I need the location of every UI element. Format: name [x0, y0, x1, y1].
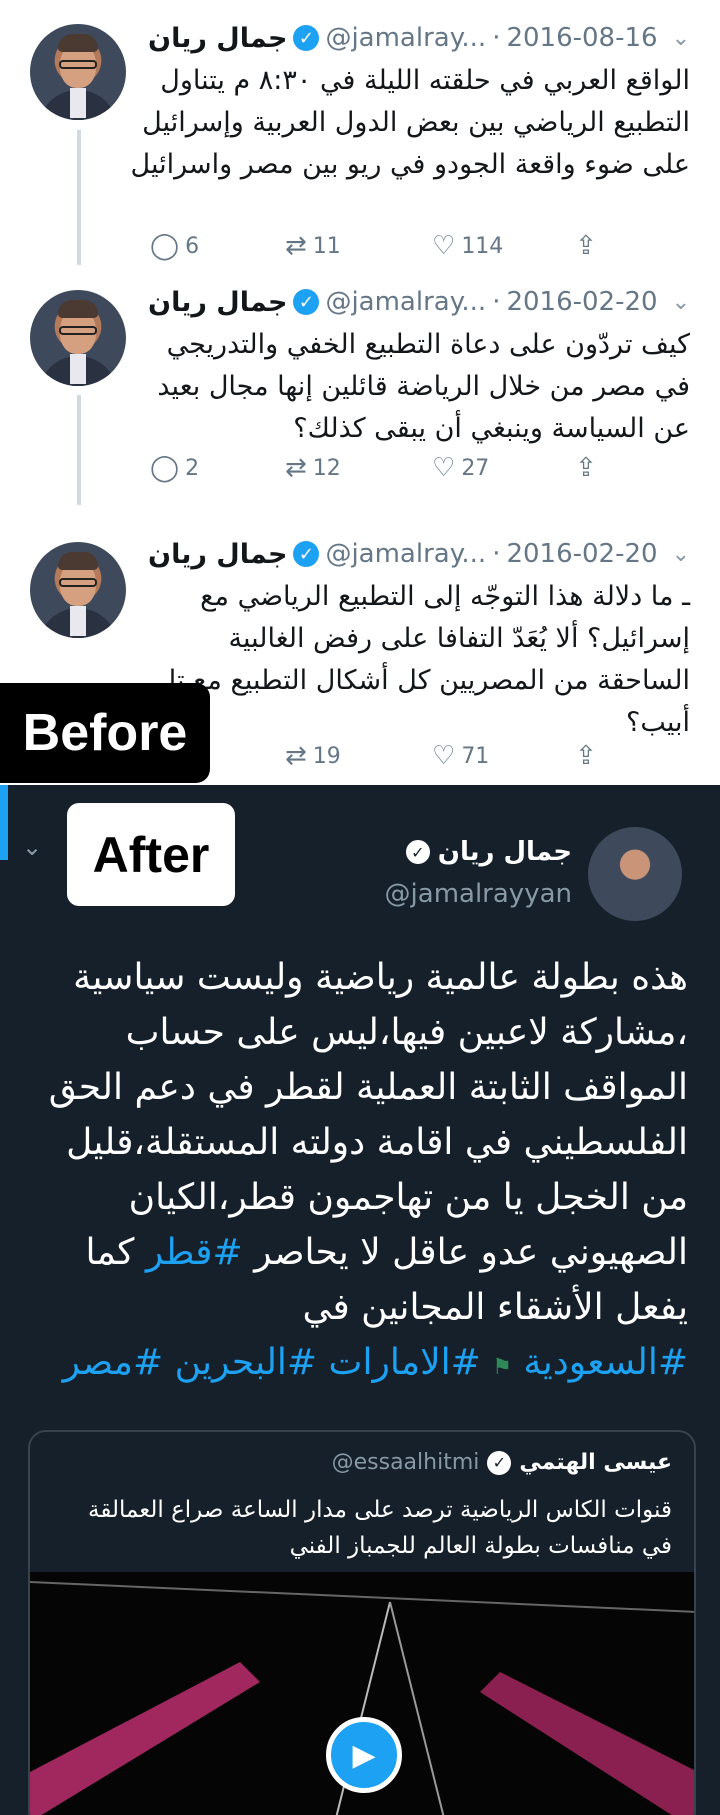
chevron-down-icon[interactable]: ⌄: [672, 290, 690, 315]
avatar[interactable]: [30, 542, 126, 638]
retweet-icon: ⇄: [285, 453, 307, 483]
reply-count: 2: [185, 455, 200, 481]
play-icon: ▶: [352, 1737, 376, 1773]
heart-icon: ♡: [432, 741, 456, 771]
retweet-count: 19: [312, 743, 341, 769]
avatar[interactable]: [30, 290, 126, 386]
author-handle[interactable]: @jamalray...: [325, 23, 486, 53]
retweet-count: 11: [312, 233, 341, 259]
before-label: Before: [0, 683, 210, 783]
retweet-count: 12: [312, 455, 341, 481]
flag-emoji-icon: ⚑: [492, 1355, 512, 1380]
quoted-tweet-header: عيسى الهتمي ✓ @essaalhitmi: [332, 1450, 672, 1475]
author-handle[interactable]: @jamalray...: [325, 539, 486, 569]
video-preview[interactable]: ▶: [30, 1572, 694, 1815]
hashtag-link[interactable]: #البحرين: [175, 1342, 318, 1383]
hashtag-link[interactable]: #الامارات: [329, 1342, 481, 1383]
like-button[interactable]: ♡ 71: [432, 741, 489, 771]
like-count: 27: [461, 455, 490, 481]
reply-button[interactable]: ◯ 6: [150, 231, 199, 261]
reply-button[interactable]: ◯ 2: [150, 453, 199, 483]
tweet-actions: ⇄ 19 ♡ 71 ⇪: [150, 738, 610, 774]
tweet-text: كيف تردّون على دعاة التطبيع الخفي والتدر…: [157, 329, 690, 444]
retweet-icon: ⇄: [285, 741, 307, 771]
tweet-header: جمال ريان ✓ @jamalray... · 2016-02-20 ⌄: [148, 284, 690, 320]
quoted-tweet[interactable]: عيسى الهتمي ✓ @essaalhitmi قنوات الكاس ا…: [28, 1430, 696, 1815]
tweet-actions: ◯ 2 ⇄ 12 ♡ 27 ⇪: [150, 450, 610, 486]
share-button[interactable]: ⇪: [575, 453, 597, 483]
like-count: 71: [461, 743, 490, 769]
reply-icon: ◯: [150, 453, 180, 483]
retweet-icon: ⇄: [285, 231, 307, 261]
retweet-button[interactable]: ⇄ 19: [285, 741, 341, 771]
separator-dot: ·: [492, 23, 501, 53]
chevron-down-icon[interactable]: ⌄: [22, 833, 42, 861]
tweet-text: الواقع العربي في حلقته الليلة في ٨:٣٠ م …: [130, 65, 690, 180]
verified-icon: ✓: [293, 541, 320, 567]
tweet-text: ـ ما دلالة هذا التوجّه إلى التطبيع الريا…: [156, 581, 691, 738]
after-tweet[interactable]: ⌄ After جمال ريان ✓ @jamalrayyan هذه بطو…: [0, 785, 720, 1815]
accent-edge: [0, 785, 8, 860]
screenshot-page: جمال ريان ✓ @jamalray... · 2016-08-16 ⌄ …: [0, 0, 720, 1815]
hashtag-link[interactable]: #قطر: [146, 1232, 243, 1273]
share-icon: ⇪: [575, 741, 597, 771]
heart-icon: ♡: [432, 453, 456, 483]
after-label: After: [67, 803, 235, 906]
verified-icon: ✓: [293, 289, 320, 315]
heart-icon: ♡: [432, 231, 456, 261]
tweet-text: هذه بطولة عالمية رياضية وليست سياسية ،مش…: [28, 950, 688, 1395]
share-button[interactable]: ⇪: [575, 231, 597, 261]
share-icon: ⇪: [575, 453, 597, 483]
thread-line: [77, 130, 81, 265]
like-button[interactable]: ♡ 114: [432, 231, 503, 261]
before-timeline: جمال ريان ✓ @jamalray... · 2016-08-16 ⌄ …: [0, 0, 720, 785]
thread-line: [77, 395, 81, 505]
author-name[interactable]: جمال ريان: [148, 539, 287, 570]
tweet-date[interactable]: 2016-08-16: [506, 23, 657, 53]
verified-icon: ✓: [405, 840, 430, 864]
share-icon: ⇪: [575, 231, 597, 261]
avatar[interactable]: [30, 24, 126, 120]
quoted-author-name[interactable]: عيسى الهتمي: [519, 1450, 672, 1475]
chevron-down-icon[interactable]: ⌄: [672, 26, 690, 51]
tweet-2[interactable]: جمال ريان ✓ @jamalray... · 2016-02-20 ⌄ …: [0, 270, 720, 520]
avatar[interactable]: [588, 827, 682, 921]
tweet-text-main: هذه بطولة عالمية رياضية وليست سياسية ،مش…: [48, 957, 688, 1273]
tweet-1[interactable]: جمال ريان ✓ @jamalray... · 2016-08-16 ⌄ …: [0, 0, 720, 265]
author-name[interactable]: جمال ريان: [148, 23, 287, 54]
author-name[interactable]: جمال ريان: [438, 837, 572, 867]
verified-icon: ✓: [293, 25, 320, 51]
separator-dot: ·: [492, 287, 501, 317]
share-button[interactable]: ⇪: [575, 741, 597, 771]
author-name-row: جمال ريان ✓: [405, 837, 572, 867]
chevron-down-icon[interactable]: ⌄: [672, 542, 690, 567]
tweet-header: جمال ريان ✓ @jamalray... · 2016-02-20 ⌄: [148, 536, 690, 572]
author-handle[interactable]: @jamalray...: [325, 287, 486, 317]
reply-count: 6: [185, 233, 200, 259]
play-button[interactable]: ▶: [326, 1717, 402, 1793]
tweet-date[interactable]: 2016-02-20: [506, 539, 657, 569]
tweet-date[interactable]: 2016-02-20: [506, 287, 657, 317]
like-count: 114: [461, 233, 504, 259]
quoted-author-handle[interactable]: @essaalhitmi: [332, 1450, 480, 1475]
hashtag-link[interactable]: #مصر: [63, 1342, 164, 1383]
like-button[interactable]: ♡ 27: [432, 453, 489, 483]
reply-icon: ◯: [150, 231, 180, 261]
hashtag-link[interactable]: #السعودية: [523, 1342, 688, 1383]
verified-icon: ✓: [487, 1450, 512, 1475]
tweet-header: جمال ريان ✓ @jamalray... · 2016-08-16 ⌄: [148, 20, 690, 56]
retweet-button[interactable]: ⇄ 12: [285, 453, 341, 483]
quoted-tweet-text: قنوات الكاس الرياضية ترصد على مدار الساع…: [87, 1497, 672, 1559]
tweet-actions: ◯ 6 ⇄ 11 ♡ 114 ⇪: [150, 228, 610, 264]
retweet-button[interactable]: ⇄ 11: [285, 231, 341, 261]
separator-dot: ·: [492, 539, 501, 569]
author-handle[interactable]: @jamalrayyan: [385, 879, 572, 909]
author-name[interactable]: جمال ريان: [148, 287, 287, 318]
